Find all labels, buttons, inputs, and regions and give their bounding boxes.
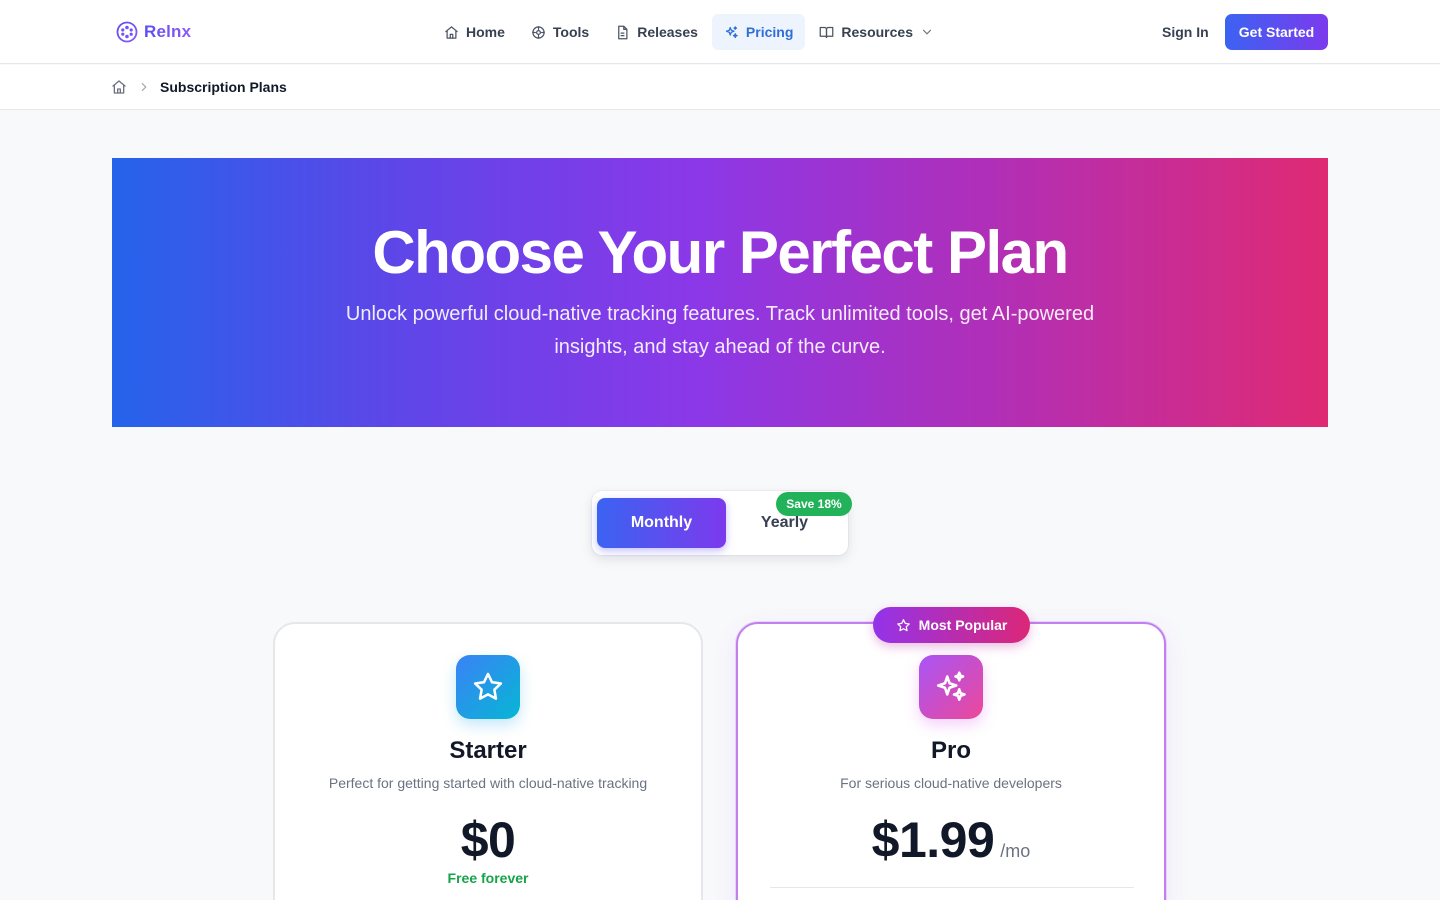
price-period: /mo xyxy=(1000,841,1031,861)
chevron-right-icon xyxy=(137,80,151,94)
plan-icon xyxy=(919,655,983,719)
billing-period-toggle: Monthly Yearly Save 18% xyxy=(592,491,852,555)
nav-tools-label: Tools xyxy=(552,24,590,40)
home-icon xyxy=(112,80,126,94)
divider xyxy=(770,887,1134,888)
most-popular-label: Most Popular xyxy=(918,617,1008,633)
nav-tools[interactable]: Tools xyxy=(519,14,601,50)
nav-resources[interactable]: Resources xyxy=(807,14,946,50)
tools-icon xyxy=(532,25,545,39)
sign-in-link[interactable]: Sign In xyxy=(1148,14,1223,50)
home-icon xyxy=(445,25,458,39)
page-title: Choose Your Perfect Plan xyxy=(372,219,1069,286)
plan-description: For serious cloud-native developers xyxy=(840,775,1062,791)
save-badge: Save 18% xyxy=(776,492,852,516)
hero-banner: Choose Your Perfect Plan Unlock powerful… xyxy=(112,158,1328,427)
nav-pricing[interactable]: Pricing xyxy=(711,14,806,50)
logo-icon xyxy=(116,21,138,43)
plan-price: $1.99 xyxy=(871,812,995,868)
sparkles-icon xyxy=(725,25,738,38)
sparkles-icon xyxy=(936,671,966,702)
monthly-option[interactable]: Monthly xyxy=(597,498,726,548)
plan-name: Pro xyxy=(930,737,971,764)
get-started-button[interactable]: Get Started xyxy=(1225,14,1328,50)
chevron-down-icon xyxy=(922,29,932,35)
main-nav: Home Tools Releases Pricing Resources xyxy=(432,14,946,50)
plan-price: $0 xyxy=(460,812,516,868)
top-navigation-bar: Relnx Home Tools Releases Pricing Resour… xyxy=(0,0,1440,64)
book-icon xyxy=(820,26,834,38)
nav-resources-label: Resources xyxy=(841,24,913,40)
plan-description: Perfect for getting started with cloud-n… xyxy=(328,775,648,791)
plan-card-pro: Pro For serious cloud-native developers … xyxy=(736,622,1166,900)
nav-home[interactable]: Home xyxy=(432,14,517,50)
most-popular-badge: Most Popular xyxy=(873,607,1030,643)
star-icon xyxy=(896,618,910,631)
breadcrumb: Subscription Plans xyxy=(0,65,1440,110)
star-icon xyxy=(473,672,503,700)
nav-releases-label: Releases xyxy=(637,24,698,40)
nav-pricing-label: Pricing xyxy=(745,24,794,40)
document-icon xyxy=(618,25,628,39)
nav-home-label: Home xyxy=(466,24,505,40)
plan-name: Starter xyxy=(449,737,527,764)
nav-releases[interactable]: Releases xyxy=(603,14,710,50)
price-row: $1.99 /mo xyxy=(738,812,1164,868)
free-forever-note: Free forever xyxy=(447,870,529,886)
breadcrumb-current: Subscription Plans xyxy=(160,79,287,95)
logo-text: Relnx xyxy=(144,22,192,41)
breadcrumb-home[interactable] xyxy=(111,79,127,95)
hero-subtitle: Unlock powerful cloud-native tracking fe… xyxy=(345,303,1095,358)
price-row: $0 xyxy=(275,812,701,868)
plan-icon xyxy=(456,655,520,719)
logo[interactable]: Relnx xyxy=(116,18,191,46)
plan-card-starter: Starter Perfect for getting started with… xyxy=(273,622,703,900)
